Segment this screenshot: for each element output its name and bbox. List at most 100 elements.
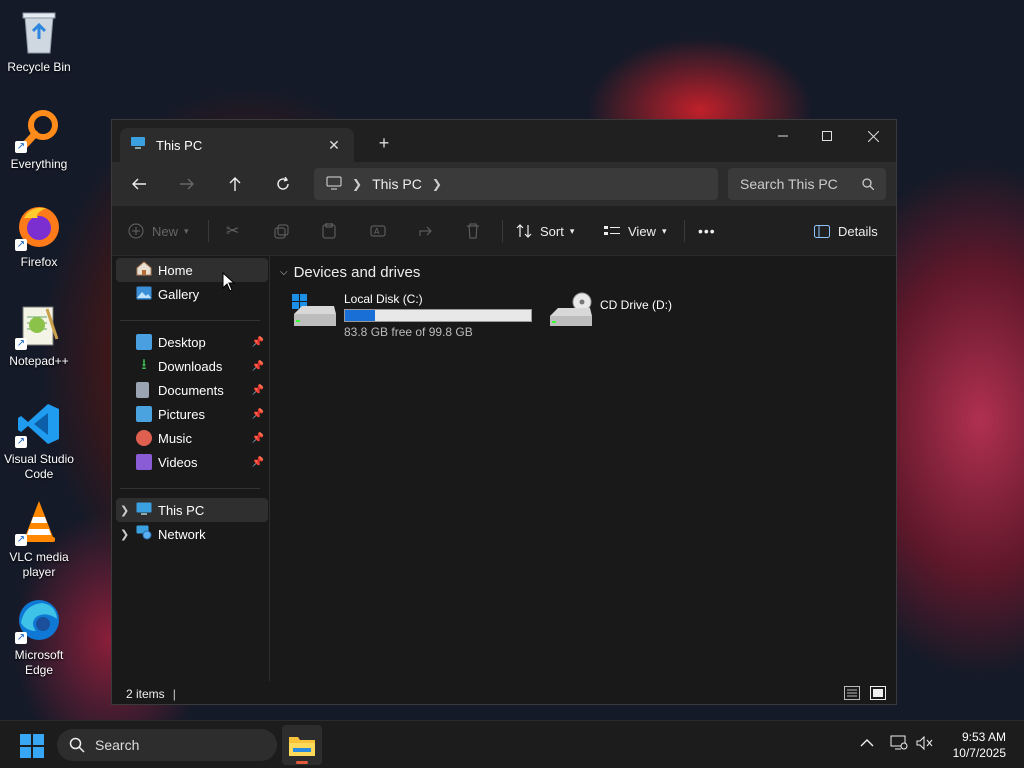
- recycle-bin-icon: [15, 8, 63, 56]
- active-app-indicator: [296, 761, 308, 764]
- desktop-icon-label: Firefox: [20, 255, 58, 269]
- desktop-icon-label: Visual Studio Code: [4, 452, 74, 481]
- maximize-button[interactable]: [804, 120, 850, 152]
- desktop-icon-vscode[interactable]: ↗ Visual Studio Code: [0, 400, 78, 482]
- close-icon: [867, 130, 879, 142]
- sidebar-item-network[interactable]: ❯ Network: [116, 522, 268, 546]
- taskbar: Search 9:53 AM 10/7/2025: [0, 720, 1024, 768]
- copy-button[interactable]: [274, 218, 289, 244]
- toolbar-divider: [502, 220, 503, 242]
- shortcut-arrow-icon: ↗: [15, 239, 27, 251]
- toolbar-divider: [684, 220, 685, 242]
- shortcut-arrow-icon: ↗: [15, 632, 27, 644]
- search-placeholder: Search This PC: [740, 176, 838, 192]
- windows-logo-icon: [20, 734, 44, 758]
- desktop-icon-recycle-bin[interactable]: Recycle Bin: [0, 8, 78, 75]
- network-icon: [136, 525, 152, 543]
- sidebar-item-this-pc[interactable]: ❯ This PC: [116, 498, 268, 522]
- new-tab-button[interactable]: +: [374, 133, 394, 153]
- network-status-icon[interactable]: [890, 735, 908, 756]
- system-clock[interactable]: 9:53 AM 10/7/2025: [953, 729, 1006, 761]
- desktop-folder-icon: [136, 334, 152, 350]
- chevron-right-icon[interactable]: ❯: [120, 504, 129, 517]
- taskbar-file-explorer[interactable]: [282, 725, 322, 765]
- breadcrumb-this-pc[interactable]: This PC: [372, 176, 422, 192]
- sidebar-item-documents[interactable]: Documents 📌: [116, 378, 268, 402]
- drive-local-disk-c[interactable]: Local Disk (C:) 83.8 GB free of 99.8 GB: [292, 292, 532, 339]
- cut-icon: ✂: [226, 223, 240, 240]
- start-button[interactable]: [20, 734, 44, 763]
- sidebar-item-pictures[interactable]: Pictures 📌: [116, 402, 268, 426]
- details-view-icon: [844, 686, 860, 700]
- pin-icon[interactable]: 📌: [252, 457, 264, 468]
- drive-name: CD Drive (D:): [600, 298, 672, 312]
- pin-icon[interactable]: 📌: [252, 433, 264, 444]
- desktop-icon-vlc[interactable]: ↗ VLC media player: [0, 498, 78, 580]
- sidebar-item-videos[interactable]: Videos 📌: [116, 450, 268, 474]
- sidebar-item-home[interactable]: Home: [116, 258, 268, 282]
- new-button[interactable]: New ▾: [128, 218, 189, 244]
- maximize-icon: [822, 131, 832, 141]
- group-header-devices[interactable]: ⌵ Devices and drives: [280, 264, 420, 281]
- taskbar-search[interactable]: Search: [57, 729, 277, 761]
- more-options-button[interactable]: •••: [698, 218, 716, 244]
- sidebar-item-music[interactable]: Music 📌: [116, 426, 268, 450]
- mouse-cursor: [222, 271, 236, 297]
- large-icons-view-toggle[interactable]: [870, 686, 886, 703]
- minimize-button[interactable]: [760, 120, 806, 152]
- desktop-icon-firefox[interactable]: ↗ Firefox: [0, 203, 78, 270]
- this-pc-icon: [136, 502, 152, 519]
- view-list-icon: [604, 226, 620, 235]
- volume-muted-icon[interactable]: [916, 735, 934, 756]
- file-explorer-window: This PC ✕ + ❯ This PC ❯ Search This PC N…: [111, 119, 897, 705]
- music-icon: [136, 430, 152, 446]
- back-button[interactable]: [124, 170, 154, 198]
- close-window-button[interactable]: [850, 120, 896, 152]
- large-icons-view-icon: [870, 686, 886, 700]
- sidebar-item-desktop[interactable]: Desktop 📌: [116, 330, 268, 354]
- desktop-icon-everything[interactable]: ↗ Everything: [0, 105, 78, 172]
- sidebar-item-gallery[interactable]: Gallery: [116, 282, 268, 306]
- forward-button[interactable]: [172, 170, 202, 198]
- search-icon: [69, 737, 85, 753]
- chevron-right-icon[interactable]: ❯: [120, 528, 129, 541]
- sidebar-item-downloads[interactable]: ⭳ Downloads 📌: [116, 354, 268, 378]
- pin-icon[interactable]: 📌: [252, 337, 264, 348]
- chevron-right-icon[interactable]: ❯: [432, 177, 442, 191]
- sidebar-item-label: Home: [158, 262, 193, 278]
- arrow-left-icon: [132, 178, 146, 190]
- refresh-button[interactable]: [268, 170, 298, 198]
- share-button[interactable]: [418, 218, 434, 244]
- vlc-icon: ↗: [15, 498, 63, 546]
- sidebar-item-label: Pictures: [158, 406, 205, 422]
- paste-button[interactable]: [322, 218, 336, 244]
- sort-button[interactable]: Sort ▾: [516, 218, 574, 244]
- pin-icon[interactable]: 📌: [252, 409, 264, 420]
- rename-button[interactable]: A: [370, 218, 386, 244]
- trash-icon: [467, 223, 479, 239]
- show-hidden-icons-button[interactable]: [860, 737, 874, 751]
- cut-button[interactable]: ✂: [226, 218, 239, 244]
- close-tab-icon[interactable]: ✕: [324, 135, 344, 155]
- view-button[interactable]: View ▾: [604, 218, 666, 244]
- drive-name: Local Disk (C:): [344, 292, 423, 306]
- pin-icon[interactable]: 📌: [252, 385, 264, 396]
- details-pane-button[interactable]: Details: [814, 218, 878, 244]
- desktop-icon-notepadpp[interactable]: ↗ Notepad++: [0, 302, 78, 369]
- desktop-icon-edge[interactable]: ↗ Microsoft Edge: [0, 596, 78, 678]
- drive-cd-d[interactable]: CD Drive (D:): [548, 292, 672, 332]
- tab-this-pc[interactable]: This PC ✕: [120, 128, 354, 162]
- search-box[interactable]: Search This PC: [728, 168, 886, 200]
- chevron-down-icon: ▾: [184, 225, 189, 236]
- pin-icon[interactable]: 📌: [252, 361, 264, 372]
- rename-icon: A: [370, 225, 386, 237]
- arrow-up-icon: [229, 177, 241, 191]
- navigation-bar: ❯ This PC ❯ Search This PC: [112, 162, 896, 206]
- details-view-toggle[interactable]: [844, 686, 860, 703]
- toolbar-divider: [208, 220, 209, 242]
- delete-button[interactable]: [466, 218, 480, 244]
- up-button[interactable]: [220, 170, 250, 198]
- address-bar[interactable]: ❯ This PC ❯: [314, 168, 718, 200]
- sidebar-item-label: Gallery: [158, 286, 200, 302]
- paste-icon: [322, 223, 336, 239]
